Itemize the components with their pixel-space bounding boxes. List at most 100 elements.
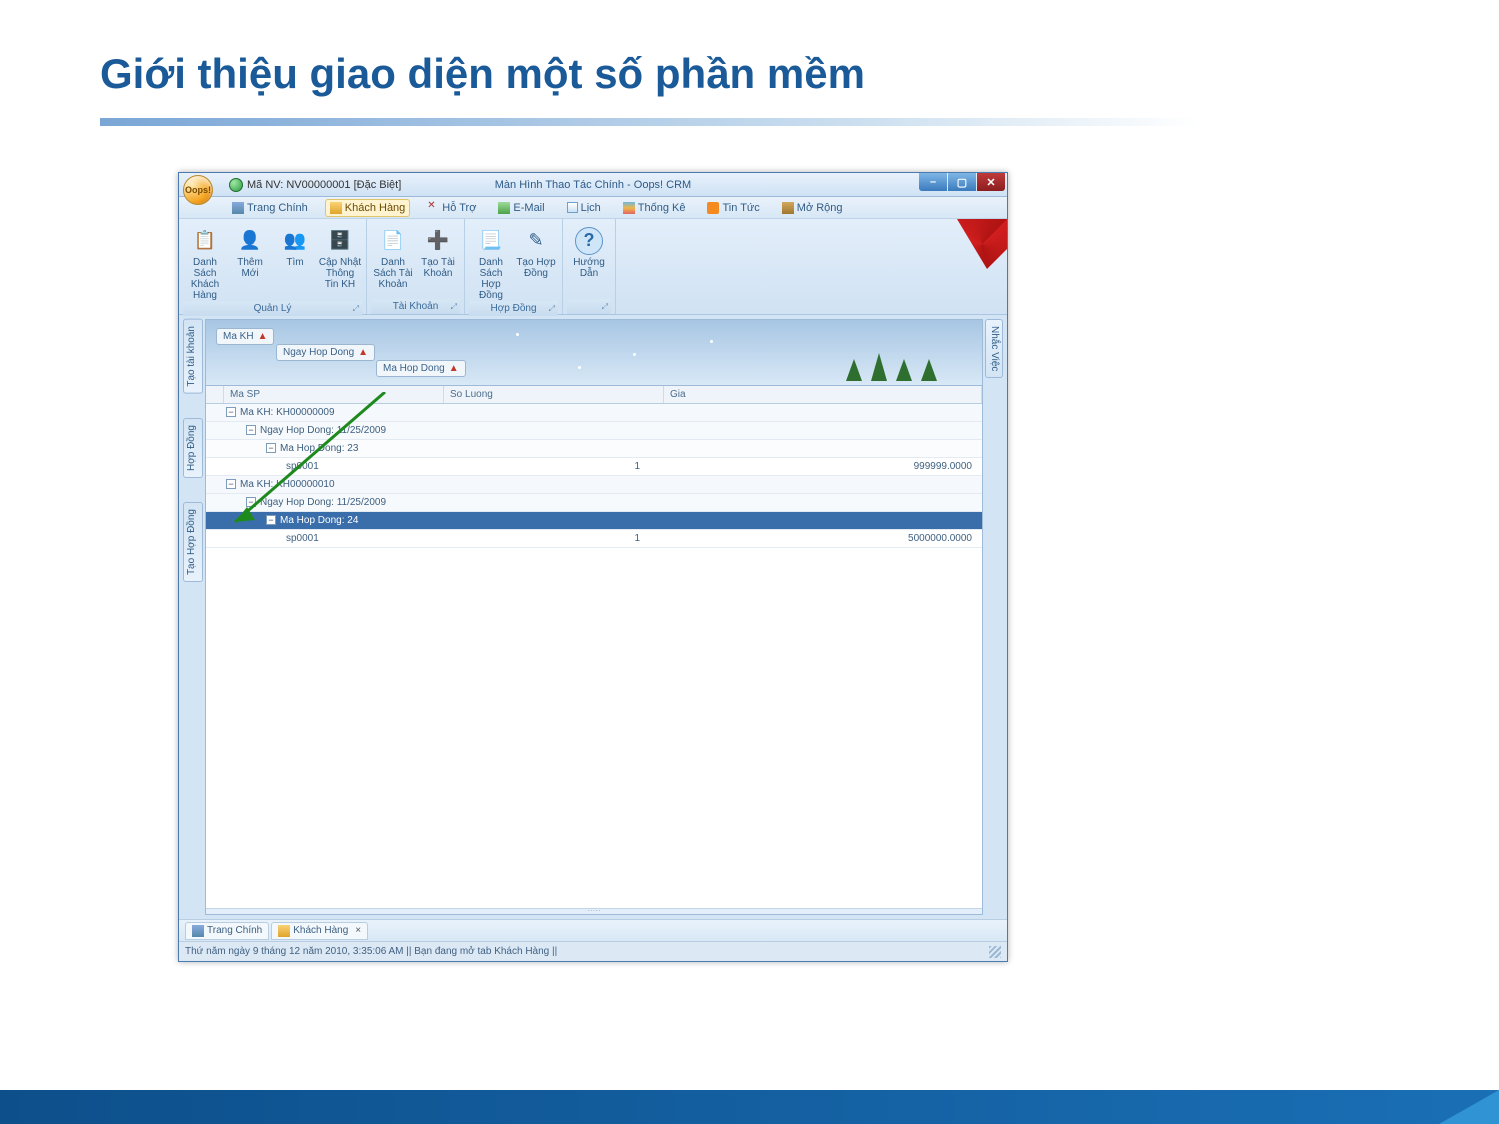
menu-email[interactable]: E-Mail bbox=[493, 199, 549, 217]
menu-thong-ke[interactable]: Thống Kê bbox=[618, 199, 691, 217]
snow-dot bbox=[516, 333, 519, 336]
ribbon-group-quanly: 📋 Danh Sách Khách Hàng 👤 Thêm Mới 👥 Tìm … bbox=[179, 219, 367, 314]
ribbon-tim[interactable]: 👥 Tìm bbox=[273, 223, 317, 301]
vtab-hop-dong[interactable]: Hợp Đồng bbox=[183, 418, 203, 478]
collapse-icon[interactable]: − bbox=[246, 497, 256, 507]
pencil-icon: ✎ bbox=[522, 227, 550, 255]
ribbon-huong-dan[interactable]: ? Hướng Dẫn bbox=[567, 223, 611, 299]
status-text: Thứ năm ngày 9 tháng 12 năm 2010, 3:35:0… bbox=[185, 946, 557, 957]
contract-list-icon: 📃 bbox=[477, 227, 505, 255]
menu-label: Mở Rộng bbox=[797, 202, 843, 214]
menu-lich[interactable]: Lịch bbox=[562, 199, 606, 217]
ribbon-group-huongdan: ? Hướng Dẫn ⤢ bbox=[563, 219, 616, 314]
menu-tin-tuc[interactable]: Tin Tức bbox=[702, 199, 764, 217]
ribbon-dshd[interactable]: 📃 Danh Sách Hợp Đồng bbox=[469, 223, 513, 301]
crm-window: Oops! Mã NV: NV00000001 [Đặc Biệt] Màn H… bbox=[178, 172, 1008, 962]
group-row-makh[interactable]: −Ma KH: KH00000009 bbox=[206, 404, 982, 422]
group-row-ngayhd[interactable]: −Ngay Hop Dong: 11/25/2009 bbox=[206, 422, 982, 440]
col-ma-sp[interactable]: Ma SP bbox=[224, 386, 444, 403]
resize-grip-icon[interactable] bbox=[989, 946, 1001, 958]
list-icon: 📋 bbox=[191, 227, 219, 255]
collapse-icon[interactable]: − bbox=[246, 425, 256, 435]
collapse-icon[interactable]: − bbox=[266, 443, 276, 453]
chart-icon bbox=[623, 202, 635, 214]
sort-pill-makh[interactable]: Ma KH ▲ bbox=[216, 328, 274, 345]
tab-label: Khách Hàng bbox=[293, 925, 348, 936]
collapse-icon[interactable]: − bbox=[226, 479, 236, 489]
ribbon-group-label: ⤢ bbox=[567, 299, 611, 314]
close-tab-icon[interactable]: × bbox=[355, 925, 361, 936]
menu-label: Khách Hàng bbox=[345, 202, 406, 214]
ribbon: 📋 Danh Sách Khách Hàng 👤 Thêm Mới 👥 Tìm … bbox=[179, 219, 1007, 315]
maximize-button[interactable]: ▢ bbox=[948, 173, 976, 191]
home-icon bbox=[192, 925, 204, 937]
ribbon-dskh[interactable]: 📋 Danh Sách Khách Hàng bbox=[183, 223, 227, 301]
close-button[interactable]: ✕ bbox=[977, 173, 1005, 191]
cell-so-luong: 1 bbox=[426, 458, 646, 475]
dialog-launcher-icon[interactable]: ⤢ bbox=[549, 304, 555, 314]
ribbon-btn-label: Danh Sách Khách Hàng bbox=[183, 257, 227, 301]
email-icon bbox=[498, 202, 510, 214]
col-gia[interactable]: Gia bbox=[664, 386, 982, 403]
group-row-mahd-selected[interactable]: −Ma Hop Dong: 24 bbox=[206, 512, 982, 530]
group-row-mahd[interactable]: −Ma Hop Dong: 23 bbox=[206, 440, 982, 458]
group-row-ngayhd[interactable]: −Ngay Hop Dong: 11/25/2009 bbox=[206, 494, 982, 512]
ribbon-btn-label: Tìm bbox=[286, 257, 303, 268]
col-so-luong[interactable]: So Luong bbox=[444, 386, 664, 403]
bottom-tab-trang-chinh[interactable]: Trang Chính bbox=[185, 922, 269, 940]
cell-ma-sp: sp0001 bbox=[206, 530, 426, 547]
data-row[interactable]: sp0001 1 5000000.0000 bbox=[206, 530, 982, 548]
group-row-makh[interactable]: −Ma KH: KH00000010 bbox=[206, 476, 982, 494]
row-indicator-header bbox=[206, 386, 224, 403]
ribbon-btn-label: Danh Sách Tài Khoản bbox=[371, 257, 415, 290]
menu-label: Hỗ Trợ bbox=[442, 202, 476, 214]
dialog-launcher-icon[interactable]: ⤢ bbox=[602, 302, 608, 312]
statusbar: Thứ năm ngày 9 tháng 12 năm 2010, 3:35:0… bbox=[179, 941, 1007, 961]
data-row[interactable]: sp0001 1 999999.0000 bbox=[206, 458, 982, 476]
ribbon-group-hopdong: 📃 Danh Sách Hợp Đồng ✎ Tạo Hợp Đồng Hợp … bbox=[465, 219, 563, 314]
grid-body[interactable]: −Ma KH: KH00000009 −Ngay Hop Dong: 11/25… bbox=[206, 404, 982, 908]
menu-khach-hang[interactable]: Khách Hàng bbox=[325, 199, 411, 217]
globe-icon bbox=[229, 178, 243, 192]
ribbon-tao-tk[interactable]: ➕ Tạo Tài Khoản bbox=[416, 223, 460, 299]
dialog-launcher-icon[interactable]: ⤢ bbox=[353, 304, 359, 314]
sort-asc-icon: ▲ bbox=[358, 347, 368, 358]
menu-mo-rong[interactable]: Mở Rộng bbox=[777, 199, 848, 217]
ribbon-them-moi[interactable]: 👤 Thêm Mới bbox=[228, 223, 272, 301]
sort-pill-ngayhd[interactable]: Ngay Hop Dong ▲ bbox=[276, 344, 375, 361]
vtab-nhac-viec[interactable]: Nhắc Việc bbox=[985, 319, 1003, 378]
tab-label: Trang Chính bbox=[207, 925, 262, 936]
grid-column-header: Ma SP So Luong Gia bbox=[206, 386, 982, 404]
menu-ho-tro[interactable]: Hỗ Trợ bbox=[422, 199, 481, 217]
collapse-icon[interactable]: − bbox=[266, 515, 276, 525]
pill-label: Ma Hop Dong bbox=[383, 363, 445, 374]
ribbon-dstk[interactable]: 📄 Danh Sách Tài Khoản bbox=[371, 223, 415, 299]
ribbon-cap-nhat[interactable]: 🗄️ Cập Nhật Thông Tin KH bbox=[318, 223, 362, 301]
sort-pill-mahd[interactable]: Ma Hop Dong ▲ bbox=[376, 360, 466, 377]
ribbon-btn-label: Tạo Hợp Đồng bbox=[514, 257, 558, 279]
snow-dot bbox=[710, 340, 713, 343]
update-icon: 🗄️ bbox=[326, 227, 354, 255]
vtab-tao-hop-dong[interactable]: Tạo Hợp Đồng bbox=[183, 502, 203, 582]
collapse-icon[interactable]: − bbox=[226, 407, 236, 417]
cell-gia: 5000000.0000 bbox=[646, 530, 982, 547]
dialog-launcher-icon[interactable]: ⤢ bbox=[451, 302, 457, 312]
client-area: Tạo tài khoản Hợp Đồng Tạo Hợp Đồng Ma K… bbox=[179, 315, 1007, 919]
minimize-button[interactable]: – bbox=[919, 173, 947, 191]
pill-label: Ma KH bbox=[223, 331, 254, 342]
ribbon-tao-hd[interactable]: ✎ Tạo Hợp Đồng bbox=[514, 223, 558, 301]
group-text: Ma Hop Dong: 23 bbox=[280, 443, 358, 454]
ribbon-group-label: Tài Khoản⤢ bbox=[371, 299, 460, 314]
bottom-tab-khach-hang[interactable]: Khách Hàng × bbox=[271, 922, 368, 940]
app-orb-button[interactable]: Oops! bbox=[183, 175, 213, 205]
vtab-tao-tai-khoan[interactable]: Tạo tài khoản bbox=[183, 319, 203, 394]
pill-label: Ngay Hop Dong bbox=[283, 347, 354, 358]
titlebar: Oops! Mã NV: NV00000001 [Đặc Biệt] Màn H… bbox=[179, 173, 1007, 197]
bottom-tabbar: Trang Chính Khách Hàng × bbox=[179, 919, 1007, 941]
splitter-grip[interactable] bbox=[206, 908, 982, 914]
menu-trang-chinh[interactable]: Trang Chính bbox=[227, 199, 313, 217]
cell-gia: 999999.0000 bbox=[646, 458, 982, 475]
user-add-icon: 👤 bbox=[236, 227, 264, 255]
group-text: Ngay Hop Dong: 11/25/2009 bbox=[260, 497, 386, 508]
folder-icon bbox=[330, 202, 342, 214]
